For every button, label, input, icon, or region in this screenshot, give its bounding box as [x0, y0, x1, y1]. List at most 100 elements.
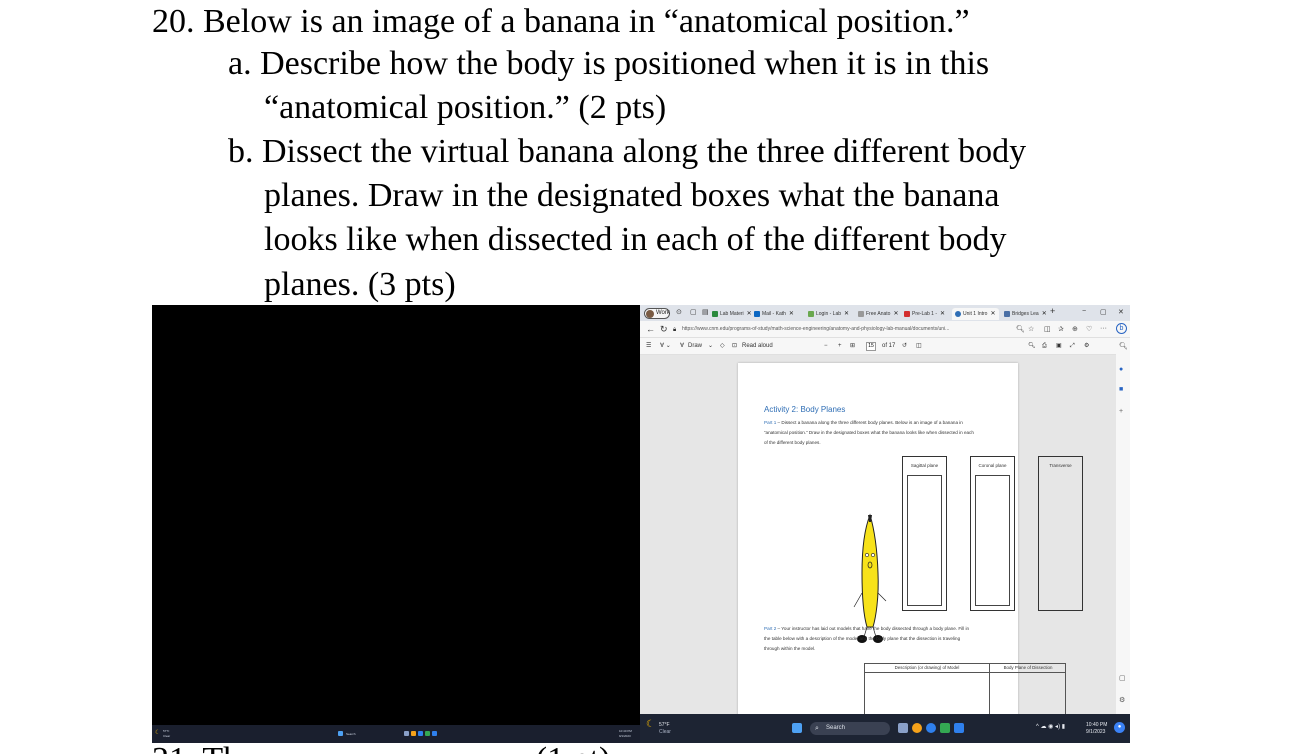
fit-page-icon[interactable]: ⊞	[850, 342, 855, 351]
refresh-icon[interactable]: ↻	[660, 324, 668, 334]
split-screen-icon[interactable]: ◫	[1044, 325, 1051, 333]
chevron-down-icon[interactable]: ⌄	[708, 342, 713, 351]
settings-gear-icon[interactable]: ⚙	[1084, 342, 1089, 351]
add-sidebar-app-icon[interactable]: +	[1119, 408, 1123, 415]
part2-line1: Part 2 – Your instructor has laid out mo…	[764, 625, 969, 632]
app-icon[interactable]	[940, 723, 950, 733]
sidebar-layout-icon[interactable]: ▢	[1119, 674, 1126, 682]
pdf-viewport[interactable]: Activity 2: Body Planes Part 1 – Dissect…	[640, 355, 1116, 735]
vertical-tabs-icon[interactable]: ▤	[702, 309, 709, 317]
page-view-icon[interactable]: ◫	[916, 342, 922, 351]
tab-unit-1-intro[interactable]: Unit 1 Intro ✕	[952, 308, 999, 320]
copilot-icon[interactable]: b	[1116, 323, 1127, 334]
sagittal-drawing-area[interactable]	[907, 475, 942, 606]
favorites-icon[interactable]: ✰	[1058, 325, 1064, 333]
rotate-icon[interactable]: ↺	[902, 342, 907, 351]
transverse-plane-box[interactable]: Transverse	[1038, 456, 1083, 611]
left-search-label: Search	[346, 732, 356, 736]
sidebar-settings-icon[interactable]: ⚙	[1119, 696, 1125, 704]
tab-favicon	[955, 310, 961, 317]
question-part-b-line4: planes. (3 pts)	[264, 266, 456, 303]
find-icon[interactable]: 🔍︎	[1028, 342, 1036, 351]
coronal-drawing-area[interactable]	[975, 475, 1010, 606]
clock-time[interactable]: 10:40 PM	[1086, 722, 1107, 728]
zoom-in-icon[interactable]: +	[838, 342, 842, 351]
outlook-icon[interactable]: ■	[1119, 386, 1123, 393]
contents-icon[interactable]: ☰	[646, 342, 651, 351]
tray-icons[interactable]: ^ ☁ ◉ ◂) ▮	[1036, 724, 1065, 730]
sidebar-tools-icon[interactable]: ●	[1119, 366, 1123, 373]
table-header-plane: Body Plane of Dissection	[1003, 665, 1053, 670]
favorite-star-icon[interactable]: ☆	[1028, 325, 1034, 333]
start-icon[interactable]	[792, 723, 802, 733]
tab-label: Free Anato	[866, 311, 891, 317]
avatar	[646, 310, 654, 318]
tab-free-anatomy[interactable]: Free Anato ✕	[858, 308, 899, 320]
left-app-icon-5	[432, 731, 437, 736]
collections-icon[interactable]: ⊕	[1072, 325, 1078, 333]
new-tab-button[interactable]: +	[1050, 307, 1055, 316]
windows-taskbar: ☾ 57°F Clear ⌕ Search ^ ☁ ◉ ◂) ▮ 10:40 P…	[640, 714, 1130, 743]
expand-icon[interactable]: ⤢	[1070, 342, 1075, 351]
weather-icon[interactable]: ☾	[646, 720, 655, 730]
weather-condition: Clear	[659, 729, 671, 735]
back-icon[interactable]: ←	[646, 324, 655, 334]
coronal-plane-box[interactable]: Coronal plane	[970, 456, 1015, 611]
maximize-icon[interactable]: ▢	[1100, 308, 1107, 316]
save-icon[interactable]: ▣	[1056, 342, 1062, 351]
clock-date: 9/1/2023	[1086, 729, 1106, 735]
draw-button[interactable]: Draw	[688, 342, 702, 351]
zoom-icon[interactable]: 🔍︎	[1016, 325, 1025, 333]
erase-icon[interactable]: ◇	[720, 342, 725, 351]
browser-screenshot: Work ⊙ ▢ ▤ Lab Materi ✕ Mail - Kath ✕ Logi…	[640, 305, 1130, 743]
tab-login[interactable]: Login - Lab ✕	[808, 308, 849, 320]
sagittal-plane-box[interactable]: Sagittal plane	[902, 456, 947, 611]
taskbar-search[interactable]: ⌕ Search	[810, 722, 890, 735]
profile-button[interactable]: Work	[644, 308, 670, 319]
draw-icon[interactable]: ∀	[680, 342, 684, 351]
chrome-icon[interactable]	[912, 723, 922, 733]
close-icon[interactable]: ✕	[940, 311, 945, 317]
part1-text: – Dissect a banana along the three diffe…	[776, 420, 963, 425]
more-icon[interactable]: ···	[1100, 325, 1107, 332]
browser-tab-bar: Work ⊙ ▢ ▤ Lab Materi ✕ Mail - Kath ✕ Logi…	[640, 305, 1130, 321]
tab-bridges[interactable]: Bridges Lea ✕	[1004, 308, 1047, 320]
question-20-text: 20. Below is an image of a banana in “an…	[152, 3, 970, 40]
edge-icon[interactable]	[926, 723, 936, 733]
close-icon[interactable]: ✕	[990, 311, 995, 317]
part1-line2: “anatomical position.” Draw in the desig…	[764, 430, 974, 435]
question-part-b-line2: planes. Draw in the designated boxes wha…	[264, 177, 1000, 214]
url-input[interactable]: https://www.cnm.edu/programs-of-study/ma…	[682, 325, 1012, 334]
task-view-icon[interactable]	[898, 723, 908, 733]
left-weather-cond: Clear	[163, 734, 171, 738]
page-number-input[interactable]: 15	[866, 342, 876, 351]
tab-favicon	[858, 310, 864, 317]
close-icon[interactable]: ✕	[747, 311, 752, 317]
tab-actions-icon[interactable]: ▢	[690, 309, 697, 317]
tab-pre-lab[interactable]: Pre-Lab 1 - ✕	[904, 308, 945, 320]
workspaces-icon[interactable]: ⊙	[676, 309, 682, 317]
print-icon[interactable]: ⎙	[1042, 342, 1047, 351]
notifications-icon[interactable]: ●	[1114, 722, 1125, 733]
store-icon[interactable]	[954, 723, 964, 733]
close-icon[interactable]: ✕	[1042, 311, 1047, 317]
highlight-icon[interactable]: ∀ ⌄	[660, 342, 671, 351]
close-window-icon[interactable]: ✕	[1118, 308, 1124, 316]
left-clock-date: 9/1/2023	[619, 734, 631, 738]
weather-temp[interactable]: 57°F	[659, 722, 670, 728]
zoom-out-icon[interactable]: −	[824, 342, 828, 351]
extensions-icon[interactable]: ♡	[1086, 325, 1092, 333]
close-icon[interactable]: ✕	[893, 311, 898, 317]
read-aloud-button[interactable]: Read aloud	[742, 342, 773, 351]
left-weather-icon: ☾	[155, 730, 161, 736]
minimize-icon[interactable]: −	[1082, 308, 1086, 315]
pdf-toolbar: ☰ ∀ ⌄ ∀ Draw ⌄ ◇ ⊡ Read aloud − + ⊞ 15 o…	[640, 338, 1116, 355]
tab-favicon	[904, 310, 910, 317]
text-icon[interactable]: ⊡	[732, 342, 737, 351]
close-icon[interactable]: ✕	[844, 311, 849, 317]
close-icon[interactable]: ✕	[789, 311, 794, 317]
search-icon[interactable]: 🔍︎	[1119, 342, 1128, 350]
tab-lab-materials[interactable]: Lab Materi ✕	[712, 308, 752, 320]
address-bar-row: ← ↻ 🔒︎ https://www.cnm.edu/programs-of-s…	[640, 321, 1130, 338]
tab-mail[interactable]: Mail - Kath ✕	[754, 308, 794, 320]
